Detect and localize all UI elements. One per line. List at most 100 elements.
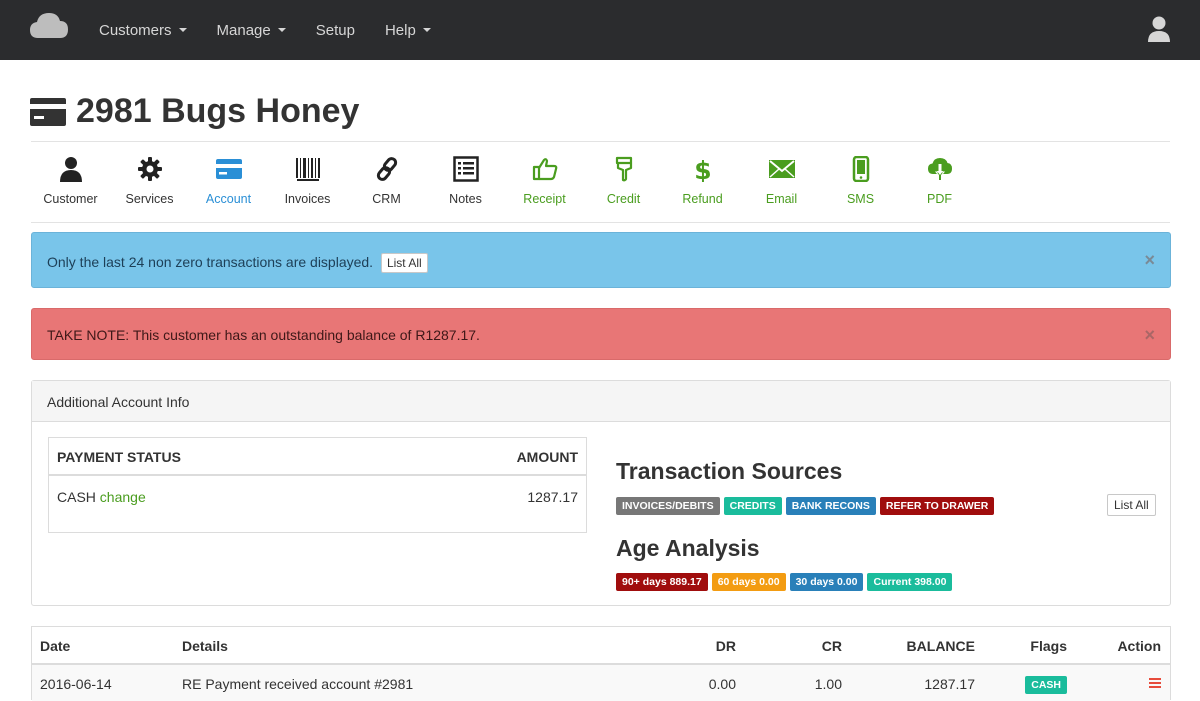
badge-current: Current 398.00 [867, 573, 953, 591]
cloud-logo-icon[interactable] [28, 10, 70, 40]
tool-email[interactable]: Email [742, 143, 821, 221]
divider [31, 141, 1170, 142]
badge-60-days: 60 days 0.00 [711, 573, 786, 591]
tool-refund-label: Refund [682, 192, 723, 206]
badge-invoices-debits[interactable]: INVOICES/DEBITS [616, 497, 720, 515]
nav-manage[interactable]: Manage [217, 22, 286, 39]
tool-crm-label: CRM [372, 192, 401, 206]
badge-credits[interactable]: CREDITS [723, 497, 782, 515]
credit-card-icon [216, 159, 242, 179]
badge-30-days: 30 days 0.00 [789, 573, 864, 591]
col-details[interactable]: Details [182, 638, 228, 654]
nav-setup[interactable]: Setup [316, 22, 355, 39]
tool-email-label: Email [765, 192, 798, 206]
tool-services-label: Services [125, 192, 174, 206]
close-icon[interactable]: × [1144, 250, 1155, 271]
tool-notes[interactable]: Notes [426, 143, 505, 221]
top-navbar: Customers Manage Setup Help [0, 0, 1200, 60]
badge-bank-recons[interactable]: BANK RECONS [785, 497, 876, 515]
row-balance: 1287.17 [924, 676, 975, 692]
col-balance[interactable]: BALANCE [907, 638, 975, 654]
row-dr: 0.00 [708, 676, 736, 692]
caret-down-icon [277, 28, 286, 32]
change-payment-link[interactable]: change [100, 489, 146, 505]
col-cr[interactable]: CR [822, 638, 842, 654]
transactions-table: Date Details DR CR BALANCE Flags Action … [31, 626, 1171, 701]
tool-sms-label: SMS [846, 192, 875, 206]
page-title: 2981 Bugs Honey [76, 92, 360, 130]
thumbs-down-icon [615, 156, 633, 182]
svg-text:$: $ [694, 156, 711, 182]
payment-amount-value: 1287.17 [527, 489, 578, 505]
hamburger-menu-icon[interactable] [1149, 678, 1161, 688]
tool-invoices-label: Invoices [284, 192, 331, 206]
col-flags: Flags [1030, 638, 1067, 654]
tool-receipt-label: Receipt [523, 192, 566, 206]
payment-status-header: PAYMENT STATUS [57, 449, 181, 465]
payment-table-header: PAYMENT STATUS AMOUNT [49, 438, 586, 476]
page-header: 2981 Bugs Honey [30, 92, 359, 131]
badge-refer-to-drawer[interactable]: REFER TO DRAWER [879, 497, 995, 515]
caret-down-icon [178, 28, 187, 32]
list-all-sources-button[interactable]: List All [1107, 494, 1156, 516]
tool-refund[interactable]: $ Refund [663, 143, 742, 221]
danger-alert-text: TAKE NOTE: This customer has an outstand… [47, 327, 480, 343]
col-action: Action [1117, 638, 1161, 654]
gear-icon [138, 157, 162, 181]
info-alert-text: Only the last 24 non zero transactions a… [47, 254, 374, 270]
tool-customer[interactable]: Customer [31, 143, 110, 221]
payment-status-value: CASH [57, 489, 96, 505]
tool-customer-label: Customer [43, 192, 98, 206]
close-icon[interactable]: × [1144, 325, 1155, 346]
col-date[interactable]: Date [40, 638, 70, 654]
dollar-icon: $ [694, 156, 711, 182]
table-row: 2016-06-14 RE Payment received account #… [32, 665, 1170, 701]
caret-down-icon [422, 28, 431, 32]
tool-services[interactable]: Services [110, 143, 189, 221]
transaction-sources-badges: INVOICES/DEBITS CREDITS BANK RECONS REFE… [616, 497, 998, 515]
envelope-icon [769, 160, 795, 178]
tool-account-label: Account [205, 192, 252, 206]
main-menu: Customers Manage Setup Help [99, 0, 461, 60]
mobile-phone-icon [852, 156, 870, 182]
badge-90-days: 90+ days 889.17 [616, 573, 708, 591]
customer-toolbar: Customer Services Account Invoices CRM N… [31, 143, 991, 221]
nav-customers[interactable]: Customers [99, 22, 187, 39]
tool-sms[interactable]: SMS [821, 143, 900, 221]
nav-customers-label: Customers [99, 21, 172, 39]
panel-heading: Additional Account Info [32, 381, 1170, 422]
nav-setup-label: Setup [315, 21, 355, 39]
notes-list-icon [453, 156, 479, 182]
user-icon[interactable] [1147, 15, 1171, 43]
list-all-transactions-button[interactable]: List All [380, 253, 428, 273]
tool-crm[interactable]: CRM [347, 143, 426, 221]
nav-manage-label: Manage [216, 21, 271, 39]
tool-notes-label: Notes [449, 192, 482, 206]
credit-card-icon [30, 97, 66, 126]
row-details: RE Payment received account #2981 [182, 676, 414, 692]
col-dr[interactable]: DR [716, 638, 736, 654]
tool-credit[interactable]: Credit [584, 143, 663, 221]
barcode-icon [296, 158, 320, 181]
link-icon [376, 157, 398, 181]
row-date: 2016-06-14 [40, 676, 112, 692]
row-flag-badge: CASH [1025, 676, 1067, 694]
tool-pdf[interactable]: PDF [900, 143, 979, 221]
tool-credit-label: Credit [606, 192, 641, 206]
payment-status-table: PAYMENT STATUS AMOUNT CASH change 1287.1… [48, 437, 587, 533]
divider [31, 222, 1170, 223]
tool-invoices[interactable]: Invoices [268, 143, 347, 221]
info-alert-message: Only the last 24 non zero transactions a… [47, 253, 428, 273]
age-analysis-title: Age Analysis [616, 535, 760, 561]
nav-help-label: Help [384, 21, 416, 39]
transaction-sources-title: Transaction Sources [616, 458, 843, 484]
payment-status-cell: CASH change [57, 489, 146, 505]
cloud-download-icon [928, 158, 952, 180]
thumbs-up-icon [532, 158, 558, 181]
transactions-table-header: Date Details DR CR BALANCE Flags Action [32, 627, 1170, 665]
danger-alert: TAKE NOTE: This customer has an outstand… [31, 308, 1171, 360]
person-icon [60, 157, 82, 182]
tool-account[interactable]: Account [189, 143, 268, 221]
tool-receipt[interactable]: Receipt [505, 143, 584, 221]
nav-help[interactable]: Help [385, 22, 431, 39]
